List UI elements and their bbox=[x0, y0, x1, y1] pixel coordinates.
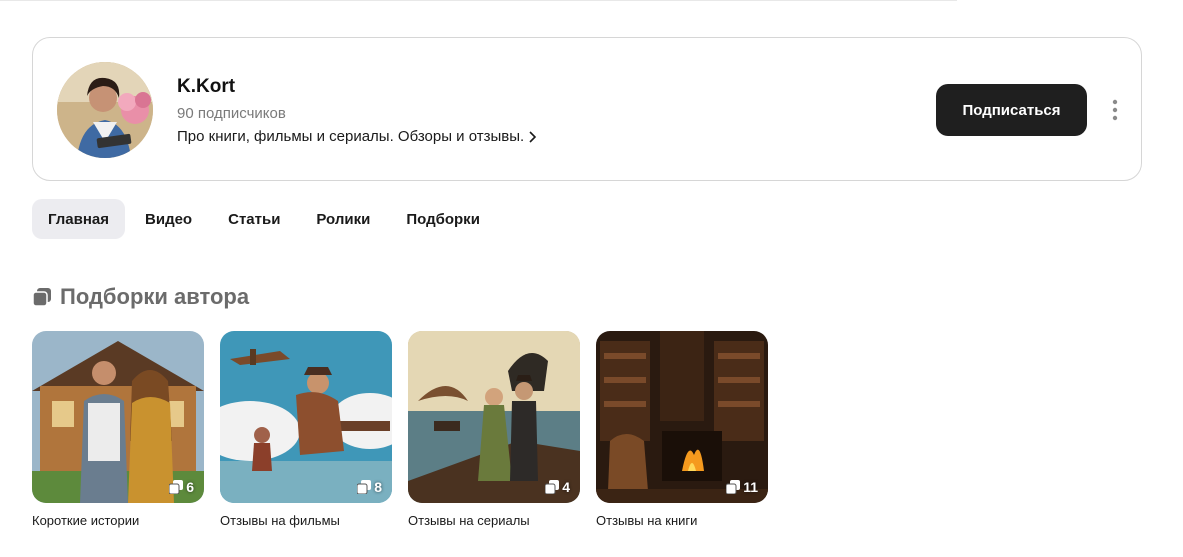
more-vertical-icon bbox=[1112, 99, 1118, 121]
subscribe-button[interactable]: Подписаться bbox=[936, 84, 1087, 136]
tab-main[interactable]: Главная bbox=[32, 199, 126, 239]
channel-description[interactable]: Про книги, фильмы и сериалы. Обзоры и от… bbox=[177, 128, 538, 145]
collection-count: 6 bbox=[169, 479, 194, 495]
collections-icon bbox=[545, 480, 560, 494]
section-title-text: Подборки автора bbox=[60, 284, 250, 309]
collection-thumbnail: 11 bbox=[596, 331, 768, 503]
collection-card[interactable]: 6 Короткие истории bbox=[32, 331, 204, 528]
avatar[interactable] bbox=[57, 62, 153, 158]
channel-name[interactable]: K.Kort bbox=[177, 76, 235, 98]
collection-title: Короткие истории bbox=[32, 513, 140, 528]
collection-count: 8 bbox=[357, 479, 382, 495]
collection-thumbnail: 6 bbox=[32, 331, 204, 503]
chevron-right-icon bbox=[529, 130, 537, 143]
collection-count-value: 6 bbox=[186, 479, 194, 495]
collection-card[interactable]: 4 Отзывы на сериалы bbox=[408, 331, 580, 528]
collection-title: Отзывы на сериалы bbox=[408, 513, 530, 528]
channel-description-text: Про книги, фильмы и сериалы. Обзоры и от… bbox=[177, 128, 525, 145]
tab-articles[interactable]: Статьи bbox=[212, 199, 296, 239]
subscriber-count: 90 подписчиков bbox=[177, 105, 286, 122]
collection-count-value: 4 bbox=[562, 479, 570, 495]
collection-count-value: 11 bbox=[743, 479, 758, 495]
collection-count-value: 8 bbox=[374, 479, 382, 495]
collections-icon bbox=[357, 480, 372, 494]
collection-title: Отзывы на книги bbox=[596, 513, 698, 528]
collections-icon bbox=[32, 288, 51, 307]
tab-video[interactable]: Видео bbox=[129, 199, 208, 239]
tab-shorts[interactable]: Ролики bbox=[300, 199, 386, 239]
collections-list: 6 Короткие истории 8 Отзывы на фильмы 4 … bbox=[32, 331, 768, 528]
collection-count: 4 bbox=[545, 479, 570, 495]
top-divider bbox=[0, 0, 957, 1]
channel-tabs: Главная Видео Статьи Ролики Подборки bbox=[32, 199, 500, 239]
collections-icon bbox=[726, 480, 741, 494]
tab-collections[interactable]: Подборки bbox=[390, 199, 496, 239]
collection-thumbnail: 8 bbox=[220, 331, 392, 503]
section-title: Подборки автора bbox=[32, 284, 249, 310]
collection-count: 11 bbox=[726, 479, 758, 495]
collections-icon bbox=[169, 480, 184, 494]
channel-card: K.Kort 90 подписчиков Про книги, фильмы … bbox=[32, 37, 1142, 181]
collection-card[interactable]: 11 Отзывы на книги bbox=[596, 331, 768, 528]
collection-thumbnail: 4 bbox=[408, 331, 580, 503]
collection-title: Отзывы на фильмы bbox=[220, 513, 340, 528]
more-options-button[interactable] bbox=[1104, 96, 1126, 124]
collection-card[interactable]: 8 Отзывы на фильмы bbox=[220, 331, 392, 528]
